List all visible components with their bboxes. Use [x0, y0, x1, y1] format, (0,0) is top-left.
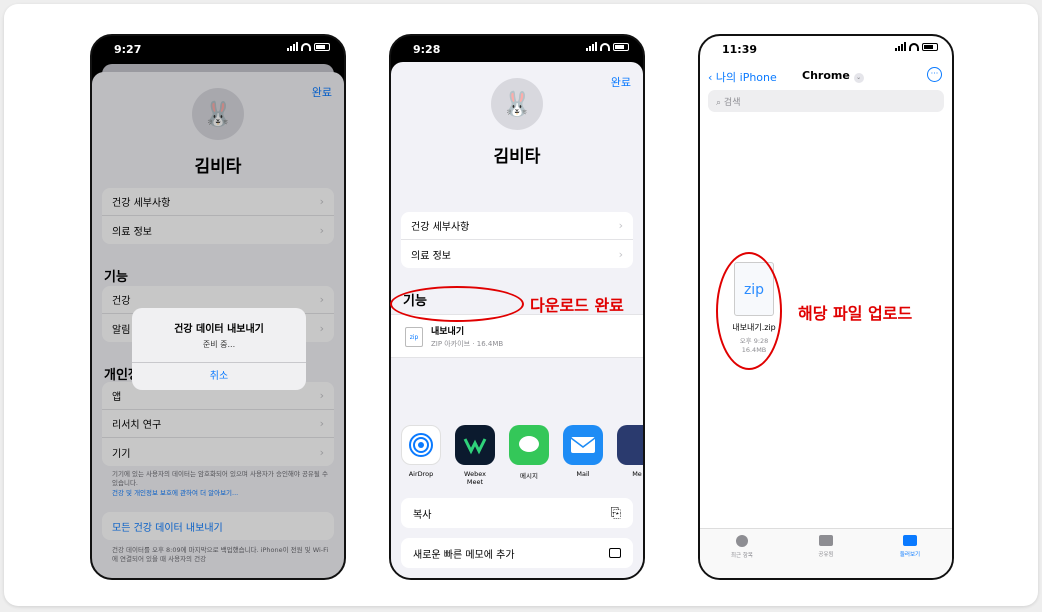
app-icon — [617, 425, 643, 465]
row-medical-info[interactable]: 의료 정보 › — [401, 240, 633, 268]
quick-note-action[interactable]: 새로운 빠른 메모에 추가 — [401, 538, 633, 568]
zip-file-icon: zip — [405, 327, 423, 347]
status-icons — [895, 42, 938, 51]
download-complete-highlight — [390, 286, 524, 322]
battery-icon — [922, 42, 938, 51]
share-app-webex[interactable]: Webex Meet — [455, 425, 495, 486]
alert-subtitle: 준비 중... — [202, 340, 236, 349]
alert-title: 건강 데이터 내보내기 — [174, 324, 264, 335]
avatar: 🐰 — [491, 78, 543, 130]
clock-icon — [736, 535, 748, 547]
copy-icon: ⎘ — [610, 505, 621, 521]
files-nav-bar: ‹ 나의 iPhone Chrome ⌄ ··· — [700, 62, 952, 92]
folder-title[interactable]: Chrome ⌄ — [802, 69, 864, 83]
uploaded-file-highlight — [716, 252, 782, 370]
alert-cancel-button[interactable]: 취소 — [132, 362, 306, 390]
signal-icon — [895, 42, 906, 51]
export-alert: 건강 데이터 내보내기 준비 중... 취소 — [132, 308, 306, 390]
status-time: 9:27 — [114, 43, 142, 56]
row-health-details[interactable]: 건강 세부사항 › — [401, 212, 633, 240]
share-app-airdrop[interactable]: AirDrop — [401, 425, 441, 486]
status-icons — [586, 42, 629, 51]
upload-file-label: 해당 파일 업로드 — [798, 304, 913, 323]
messages-icon — [509, 425, 549, 465]
share-app-row: AirDrop Webex Meet 메시지 Mail Me — [391, 411, 643, 486]
phone-health-export: 9:27 완료 🐰 김비타 건강 세부사항 › 의료 정보 › 기능 건강 › 알림 ›… — [90, 34, 346, 580]
wifi-icon — [909, 42, 919, 51]
signal-icon — [586, 42, 597, 51]
shared-file-row[interactable]: zip 내보내기 ZIP 아카이브 · 16.4MB — [391, 314, 643, 358]
share-app-messages[interactable]: 메시지 — [509, 425, 549, 486]
profile-name: 김비타 — [493, 147, 541, 167]
battery-icon — [314, 42, 330, 51]
download-complete-label: 다운로드 완료 — [530, 296, 624, 315]
status-time: 11:39 — [722, 43, 758, 56]
done-button[interactable]: 완료 — [611, 74, 631, 90]
share-app-mail[interactable]: Mail — [563, 425, 603, 486]
status-time: 9:28 — [413, 43, 441, 56]
search-icon: ⌕ — [716, 98, 722, 108]
chevron-right-icon: › — [618, 247, 623, 261]
folder-icon — [903, 535, 917, 546]
mail-icon — [563, 425, 603, 465]
tab-shared[interactable]: 공유됨 — [796, 535, 856, 578]
copy-action[interactable]: 복사 ⎘ — [401, 498, 633, 528]
file-meta: ZIP 아카이브 · 16.4MB — [431, 340, 504, 348]
tab-browse[interactable]: 둘러보기 — [880, 535, 940, 578]
wifi-icon — [301, 42, 311, 51]
signal-icon — [287, 42, 298, 51]
chevron-right-icon: › — [618, 219, 623, 232]
chevron-down-icon: ⌄ — [853, 73, 864, 83]
quick-note-icon — [609, 548, 621, 558]
status-bar: 9:27 — [92, 36, 344, 62]
webex-icon — [455, 425, 495, 465]
health-profile-sheet: 완료 🐰 김비타 건강 세부사항 › 의료 정보 › 기능 건강 › 알림 › 개인정보… — [92, 72, 344, 578]
share-sheet-panel: AirDrop Webex Meet 메시지 Mail Me 복사 ⎘ 새로운 빠… — [391, 411, 643, 578]
status-icons — [287, 42, 330, 51]
battery-icon — [613, 42, 629, 51]
status-bar: 9:28 — [391, 36, 643, 62]
wifi-icon — [600, 42, 610, 51]
shared-folder-icon — [819, 535, 833, 546]
files-tab-bar: 최근 항목 공유됨 둘러보기 — [700, 528, 952, 578]
more-options-icon[interactable]: ··· — [927, 67, 942, 82]
tab-recents[interactable]: 최근 항목 — [712, 535, 772, 578]
screenshot-card: 9:27 완료 🐰 김비타 건강 세부사항 › 의료 정보 › 기능 건강 › 알림 ›… — [4, 4, 1038, 606]
health-details-group: 건강 세부사항 › 의료 정보 › — [401, 212, 633, 268]
status-bar: 11:39 — [700, 36, 952, 62]
back-button[interactable]: ‹ 나의 iPhone — [708, 69, 777, 85]
file-name: 내보내기 — [431, 327, 465, 337]
share-app-more[interactable]: Me — [617, 425, 643, 486]
search-field[interactable]: ⌕ 검색 — [708, 90, 944, 112]
airdrop-icon — [401, 425, 441, 465]
